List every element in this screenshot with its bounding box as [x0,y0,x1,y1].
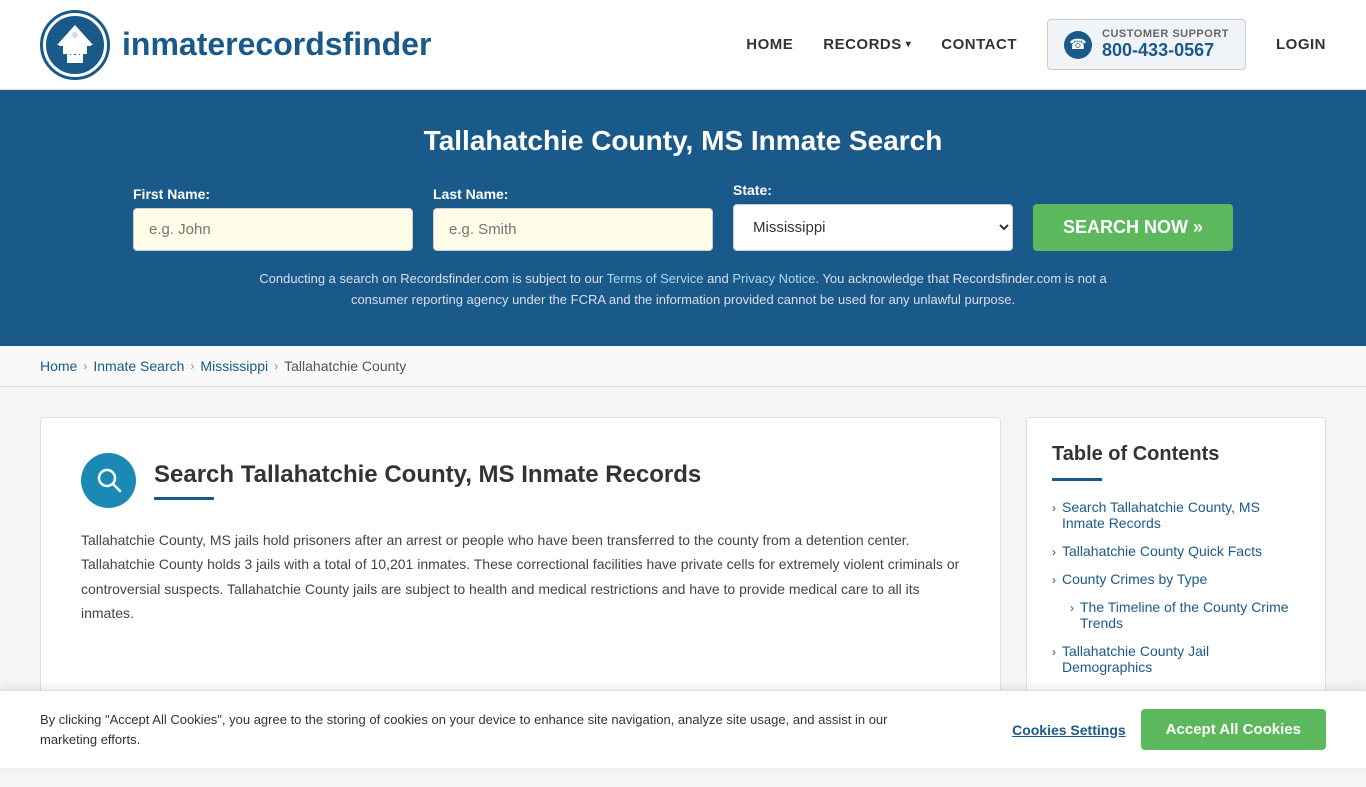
nav-contact[interactable]: CONTACT [941,36,1017,53]
search-circle-icon [81,453,136,508]
toc-link-3[interactable]: › The Timeline of the County Crime Trend… [1070,599,1300,631]
toc-chevron-2: › [1052,573,1056,587]
nav-home[interactable]: HOME [746,36,793,53]
breadcrumb-mississippi[interactable]: Mississippi [200,358,268,374]
content-title: Search Tallahatchie County, MS Inmate Re… [154,461,701,489]
toc-chevron-4: › [1052,645,1056,659]
toc-link-0[interactable]: › Search Tallahatchie County, MS Inmate … [1052,499,1300,531]
logo-icon[interactable] [40,10,110,80]
toc-item-1: › Tallahatchie County Quick Facts [1052,543,1300,559]
state-group: State: Mississippi Alabama Alaska [733,182,1013,251]
content-body: Tallahatchie County, MS jails hold priso… [81,528,960,626]
first-name-input[interactable] [133,208,413,251]
toc-list: › Search Tallahatchie County, MS Inmate … [1052,499,1300,719]
phone-icon: ☎ [1064,31,1092,59]
toc-chevron-0: › [1052,501,1056,515]
support-text: CUSTOMER SUPPORT 800-433-0567 [1102,28,1229,61]
first-name-label: First Name: [133,186,413,202]
content-title-area: Search Tallahatchie County, MS Inmate Re… [154,461,701,500]
toc-chevron-3: › [1070,601,1074,615]
breadcrumb-current: Tallahatchie County [284,358,406,374]
last-name-input[interactable] [433,208,713,251]
breadcrumb-sep-3: › [274,359,278,373]
hero-section: Tallahatchie County, MS Inmate Search Fi… [0,90,1366,346]
toc-chevron-1: › [1052,545,1056,559]
logo-area: inmaterecordsfinder [40,10,431,80]
toc-item-0: › Search Tallahatchie County, MS Inmate … [1052,499,1300,531]
logo-text[interactable]: inmaterecordsfinder [122,26,431,63]
site-header: inmaterecordsfinder HOME RECORDS ▾ CONTA… [0,0,1366,90]
hero-disclaimer: Conducting a search on Recordsfinder.com… [233,269,1133,311]
toc-item-2: › County Crimes by Type [1052,571,1300,587]
hero-title: Tallahatchie County, MS Inmate Search [40,125,1326,157]
cookie-text: By clicking "Accept All Cookies", you ag… [40,710,890,749]
nav-login[interactable]: LOGIN [1276,36,1326,53]
search-form: First Name: Last Name: State: Mississipp… [133,182,1233,251]
toc-title: Table of Contents [1052,443,1300,466]
state-select[interactable]: Mississippi Alabama Alaska [733,204,1013,251]
toc-link-1[interactable]: › Tallahatchie County Quick Facts [1052,543,1300,559]
last-name-group: Last Name: [433,186,713,251]
cookie-banner: By clicking "Accept All Cookies", you ag… [0,690,1366,768]
breadcrumb-sep-1: › [83,359,87,373]
state-label: State: [733,182,1013,198]
breadcrumb: Home › Inmate Search › Mississippi › Tal… [0,346,1366,387]
content-title-underline [154,497,214,500]
last-name-label: Last Name: [433,186,713,202]
toc-item-3: › The Timeline of the County Crime Trend… [1052,599,1300,631]
tos-link[interactable]: Terms of Service [607,271,704,286]
cookie-actions: Cookies Settings Accept All Cookies [1012,709,1326,750]
customer-support: ☎ CUSTOMER SUPPORT 800-433-0567 [1047,19,1246,70]
first-name-group: First Name: [133,186,413,251]
privacy-link[interactable]: Privacy Notice [732,271,815,286]
main-nav: HOME RECORDS ▾ CONTACT ☎ CUSTOMER SUPPOR… [746,19,1326,70]
cookie-accept-button[interactable]: Accept All Cookies [1141,709,1326,750]
breadcrumb-home[interactable]: Home [40,358,77,374]
toc-item-4: › Tallahatchie County Jail Demographics [1052,643,1300,675]
toc-link-4[interactable]: › Tallahatchie County Jail Demographics [1052,643,1300,675]
toc-link-2[interactable]: › County Crimes by Type [1052,571,1300,587]
content-header: Search Tallahatchie County, MS Inmate Re… [81,453,960,508]
nav-records[interactable]: RECORDS ▾ [823,36,911,53]
toc-divider [1052,478,1102,481]
search-button[interactable]: SEARCH NOW » [1033,204,1233,251]
breadcrumb-sep-2: › [190,359,194,373]
records-chevron-icon: ▾ [906,39,912,50]
breadcrumb-inmate-search[interactable]: Inmate Search [93,358,184,374]
cookie-settings-button[interactable]: Cookies Settings [1012,722,1126,738]
